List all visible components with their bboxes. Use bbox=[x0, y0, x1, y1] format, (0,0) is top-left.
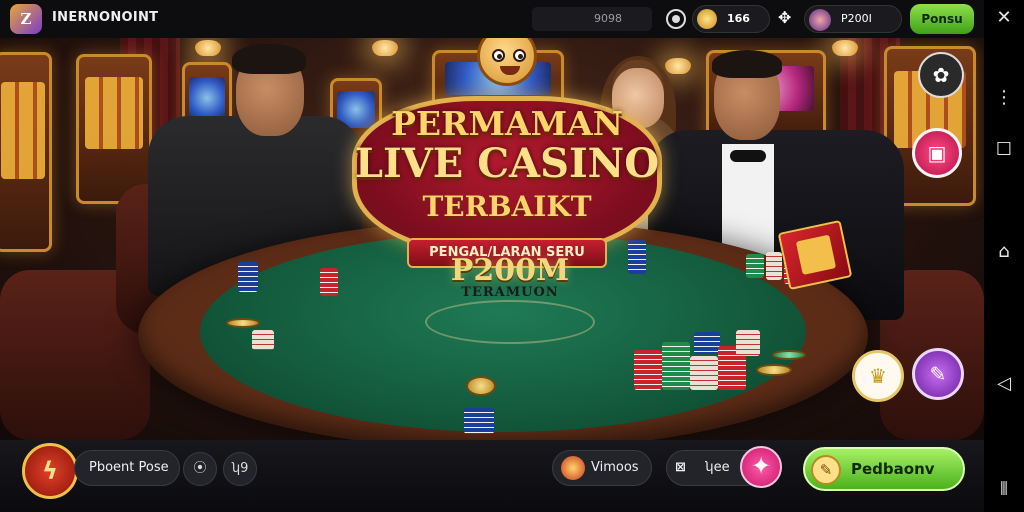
ticket-gold-icon: ✎ bbox=[811, 455, 841, 485]
more-icon[interactable]: ⋮ bbox=[992, 86, 1016, 110]
gold-coin bbox=[466, 376, 496, 396]
add-coins-icon[interactable]: ✥ bbox=[778, 8, 791, 27]
pot-amount: P200M bbox=[450, 253, 570, 288]
gold-coin bbox=[226, 318, 260, 328]
chip-stack bbox=[252, 330, 274, 350]
coin-icon bbox=[697, 9, 717, 29]
crown-icon: ♛ bbox=[869, 364, 887, 388]
ceiling-lamp bbox=[832, 40, 858, 56]
gold-coin bbox=[756, 364, 792, 376]
home-button[interactable]: ϟ bbox=[22, 443, 78, 499]
flower-icon: ✿ bbox=[932, 63, 950, 87]
lightning-icon: ϟ bbox=[42, 457, 58, 485]
play-button[interactable]: ✎ Pedbaonv bbox=[803, 447, 965, 491]
vip-button[interactable]: ✎ bbox=[912, 348, 964, 400]
add-button[interactable]: ✦ bbox=[740, 446, 782, 488]
username: P200I bbox=[841, 12, 872, 25]
chip-stack bbox=[766, 252, 782, 280]
chip-stack bbox=[746, 254, 764, 278]
slot-machine bbox=[76, 54, 152, 204]
gift-button[interactable]: ▣ bbox=[912, 128, 962, 178]
top-bar: Z INERNONOINT 9098 166 ✥ P200I Ponsu bbox=[0, 0, 984, 38]
crown-button[interactable]: ♛ bbox=[852, 350, 904, 402]
coin-balance[interactable]: 166 bbox=[692, 5, 770, 33]
shield-icon bbox=[561, 456, 585, 480]
chip-stack bbox=[634, 350, 662, 390]
chip-stack bbox=[690, 356, 718, 390]
recent-apps-icon[interactable]: ☐ bbox=[992, 138, 1016, 162]
game-logo: PERMAMAN LIVE CASINO TERBAIKT PENGAL/LAR… bbox=[352, 26, 662, 268]
app-title: INERNONOINT bbox=[52, 10, 159, 25]
user-profile[interactable]: P200I bbox=[804, 5, 902, 33]
ceiling-lamp bbox=[665, 58, 691, 74]
recents-bars-icon[interactable]: ⦀ bbox=[992, 478, 1016, 502]
gift-icon: ▣ bbox=[927, 141, 947, 165]
game-screen: PERMAMAN LIVE CASINO TERBAIKT PENGAL/LAR… bbox=[0, 0, 1024, 512]
logo-title-line1: PERMAMAN bbox=[391, 104, 623, 143]
chip-stack bbox=[238, 262, 258, 292]
profile-pill[interactable]: Pboent Pose bbox=[74, 450, 180, 486]
ticket-label: ʮee bbox=[705, 460, 730, 475]
wallet-label: Vimoos bbox=[591, 460, 639, 475]
chip-stack bbox=[320, 268, 338, 296]
flower-button[interactable]: ✿ bbox=[918, 52, 964, 98]
chip-stack bbox=[662, 342, 690, 390]
system-nav-bar: ✕ ⋮ ☐ ⌂ ◁ ⦀ bbox=[984, 0, 1024, 512]
logo-title-line2: LIVE CASINO bbox=[354, 140, 660, 187]
settings-icon[interactable]: ⦿ bbox=[183, 452, 217, 486]
felt-ring bbox=[425, 300, 595, 344]
logo-title-line3: TERBAIKT bbox=[422, 190, 592, 223]
home-icon[interactable]: ⌂ bbox=[992, 240, 1016, 264]
chip bbox=[772, 350, 806, 360]
vip-icon: ✎ bbox=[929, 362, 947, 386]
close-icon[interactable]: ✕ bbox=[992, 6, 1016, 30]
avatar bbox=[809, 9, 831, 31]
ceiling-lamp bbox=[372, 40, 398, 56]
history-icon[interactable]: ʮ9 bbox=[223, 452, 257, 486]
visibility-toggle-icon[interactable] bbox=[666, 9, 686, 29]
back-icon[interactable]: ◁ bbox=[992, 372, 1016, 396]
chip-stack bbox=[464, 408, 494, 434]
pot-label: TERAMUON bbox=[461, 285, 559, 300]
ticket-icon: ⊠ bbox=[675, 460, 686, 475]
deposit-button[interactable]: Ponsu bbox=[910, 4, 974, 34]
slot-machine bbox=[0, 52, 52, 252]
search-field[interactable]: 9098 bbox=[532, 7, 652, 31]
app-logo-icon[interactable]: Z bbox=[10, 4, 42, 34]
chip-stack bbox=[736, 330, 760, 356]
ceiling-lamp bbox=[195, 40, 221, 56]
coin-balance-value: 166 bbox=[727, 12, 750, 25]
play-button-label: Pedbaonv bbox=[851, 460, 935, 478]
wallet-pill[interactable]: Vimoos bbox=[552, 450, 652, 486]
chip-stack bbox=[694, 332, 720, 354]
